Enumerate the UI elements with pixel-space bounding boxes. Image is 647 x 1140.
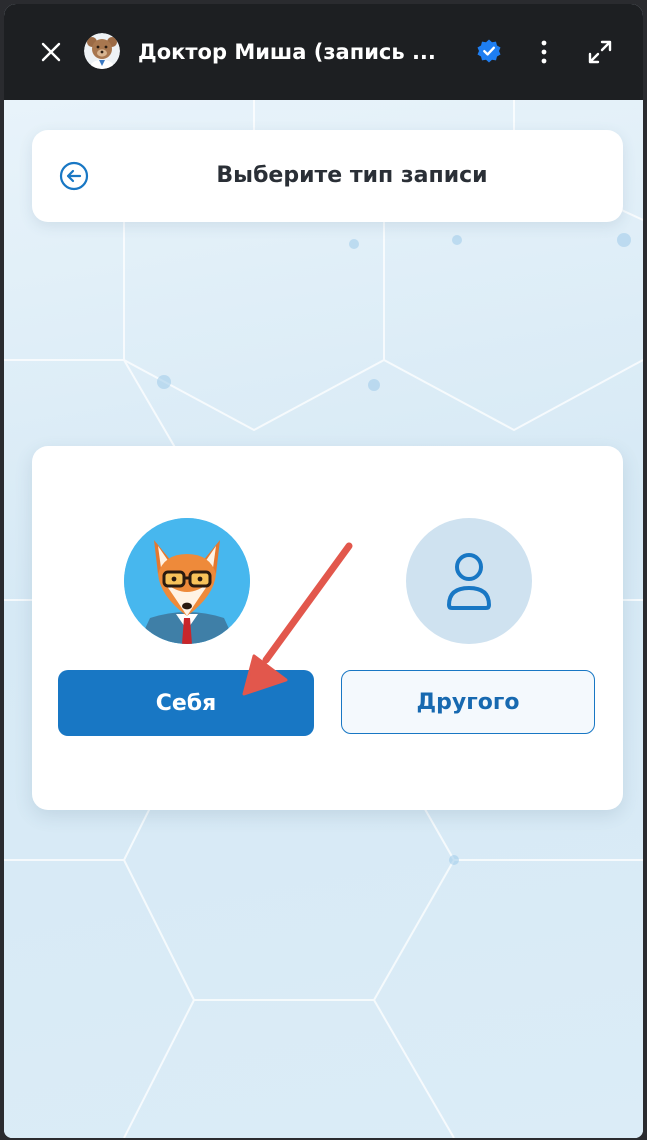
window-titlebar: Доктор Миша (запись ...: [4, 4, 643, 100]
page-header: Выберите тип записи: [32, 130, 623, 222]
expand-icon: [588, 40, 612, 64]
close-button[interactable]: [36, 37, 66, 67]
verified-badge-icon: [477, 39, 501, 63]
self-appointment-button[interactable]: Себя: [58, 670, 314, 736]
self-avatar: [124, 518, 250, 644]
appointment-type-card: Себя Другого: [32, 446, 623, 810]
more-menu-button[interactable]: [532, 35, 556, 69]
expand-button[interactable]: [582, 34, 618, 70]
app-window: Доктор Миша (запись ... Выберите тип зап…: [4, 4, 643, 1138]
close-icon: [41, 42, 61, 62]
bot-avatar: [84, 33, 120, 69]
other-appointment-button[interactable]: Другого: [341, 670, 595, 734]
fox-avatar-icon: [124, 518, 250, 644]
arrow-left-circle-icon: [59, 161, 89, 191]
verified-badge: [476, 38, 502, 64]
webapp-content: Выберите тип записи Себя Другого: [4, 100, 643, 1138]
back-button[interactable]: [58, 160, 90, 192]
user-icon: [447, 553, 491, 610]
page-title: Выберите тип записи: [216, 163, 488, 188]
bear-doctor-avatar-icon: [84, 33, 120, 69]
other-avatar: [406, 518, 532, 644]
chat-title: Доктор Миша (запись ...: [138, 40, 436, 64]
more-vertical-icon: [541, 40, 547, 64]
